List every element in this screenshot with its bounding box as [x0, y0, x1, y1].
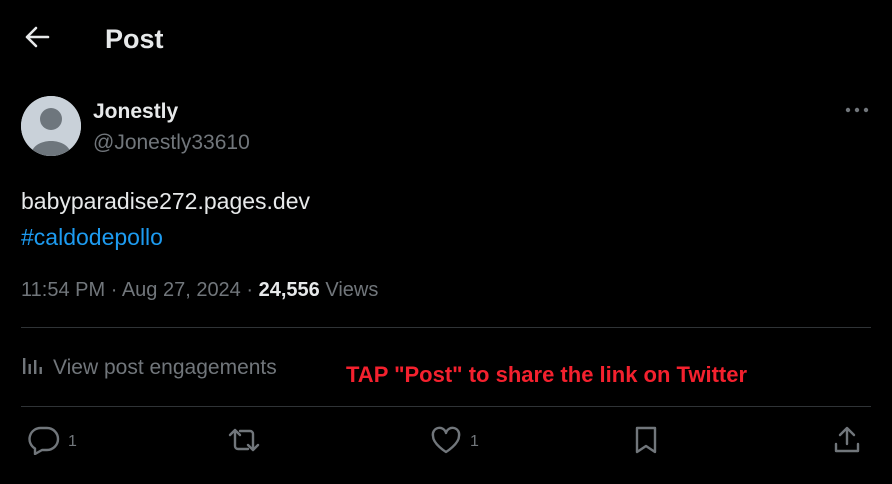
- more-options-button[interactable]: [840, 96, 874, 124]
- back-arrow-icon: [24, 26, 50, 53]
- bookmark-icon: [632, 425, 660, 460]
- reply-button[interactable]: 1: [28, 424, 77, 460]
- hashtag-link[interactable]: #caldodepollo: [21, 219, 310, 255]
- top-bar: Post: [0, 0, 892, 80]
- default-profile-icon: [21, 96, 81, 156]
- meta-separator: ·: [246, 279, 254, 301]
- analytics-icon: [21, 354, 53, 382]
- page-title: Post: [105, 24, 164, 54]
- post-date[interactable]: Aug 27, 2024: [122, 279, 241, 301]
- repost-button[interactable]: [227, 424, 261, 460]
- reply-count: 1: [68, 433, 77, 450]
- author-name[interactable]: Jonestly: [93, 99, 178, 125]
- reply-icon: [28, 425, 60, 460]
- view-engagements-button[interactable]: View post engagements: [21, 352, 277, 384]
- heart-icon: [430, 426, 462, 459]
- meta-separator: ·: [110, 279, 118, 301]
- more-dots-icon: [845, 101, 869, 119]
- post-meta: 11:54 PM · Aug 27, 2024 · 24,556 Views: [21, 276, 378, 304]
- views-label: Views: [325, 279, 379, 301]
- bookmark-button[interactable]: [632, 424, 660, 460]
- repost-icon: [227, 426, 261, 459]
- author-handle[interactable]: @Jonestly33610: [93, 130, 250, 156]
- share-icon: [832, 425, 862, 460]
- like-count: 1: [470, 433, 479, 450]
- engagements-label: View post engagements: [53, 356, 277, 379]
- back-button[interactable]: [18, 22, 56, 56]
- share-button[interactable]: [832, 424, 862, 460]
- like-button[interactable]: 1: [430, 424, 479, 460]
- post-body: babyparadise272.pages.dev #caldodepollo: [21, 183, 310, 255]
- views-count: 24,556: [258, 279, 320, 301]
- overlay-instruction: TAP "Post" to share the link on Twitter: [346, 362, 748, 387]
- post-time[interactable]: 11:54 PM: [21, 279, 105, 301]
- avatar[interactable]: [21, 96, 81, 156]
- divider: [21, 327, 871, 328]
- divider: [21, 406, 871, 407]
- post-link-text[interactable]: babyparadise272.pages.dev: [21, 183, 310, 219]
